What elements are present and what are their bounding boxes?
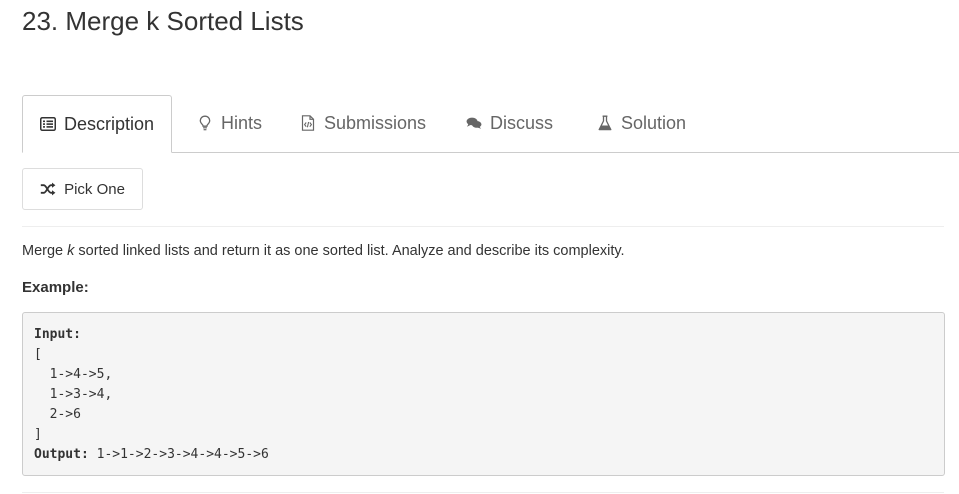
divider — [22, 492, 944, 493]
pick-one-label: Pick One — [64, 180, 125, 198]
page-title: 23. Merge k Sorted Lists — [22, 6, 304, 36]
example-heading: Example: — [22, 279, 89, 296]
tab-solution[interactable]: Solution — [597, 95, 686, 151]
divider — [22, 226, 944, 227]
tab-label: Solution — [621, 112, 687, 133]
code-file-icon — [300, 115, 316, 131]
code-line: 1->3->4, — [34, 387, 113, 402]
tab-submissions[interactable]: Submissions — [300, 95, 426, 151]
input-label: Input: — [34, 327, 81, 342]
tab-label: Hints — [221, 112, 263, 133]
comments-icon — [466, 115, 482, 131]
output-label: Output: — [34, 447, 89, 462]
tab-label: Discuss — [490, 112, 554, 133]
list-alt-icon — [40, 116, 56, 132]
tab-label: Submissions — [324, 112, 427, 133]
example-code-block: Input: [ 1->4->5, 1->3->4, 2->6 ] Output… — [22, 312, 945, 476]
description-text: Merge — [22, 243, 68, 259]
description-text: sorted linked lists and return it as one… — [74, 243, 625, 259]
problem-page: 23. Merge k Sorted Lists Description Hin… — [0, 0, 959, 494]
problem-description: Merge k sorted linked lists and return i… — [22, 241, 625, 261]
output-value: 1->1->2->3->4->4->5->6 — [88, 447, 269, 462]
tab-discuss[interactable]: Discuss — [466, 95, 553, 151]
code-line: 1->4->5, — [34, 367, 113, 382]
code-line: ] — [34, 427, 42, 442]
tab-description[interactable]: Description — [22, 95, 173, 153]
flask-icon — [597, 115, 613, 131]
tab-hints[interactable]: Hints — [197, 95, 262, 151]
tab-label: Description — [64, 113, 155, 134]
tab-bar: Description Hints Submissions Discuss So… — [22, 95, 959, 153]
lightbulb-icon — [197, 115, 213, 131]
shuffle-icon — [40, 182, 56, 196]
code-line: 2->6 — [34, 407, 81, 422]
pick-one-button[interactable]: Pick One — [22, 168, 143, 210]
code-line: Input: — [34, 325, 933, 345]
code-line: [ — [34, 347, 42, 362]
code-line: Output: 1->1->2->3->4->4->5->6 — [34, 445, 933, 465]
